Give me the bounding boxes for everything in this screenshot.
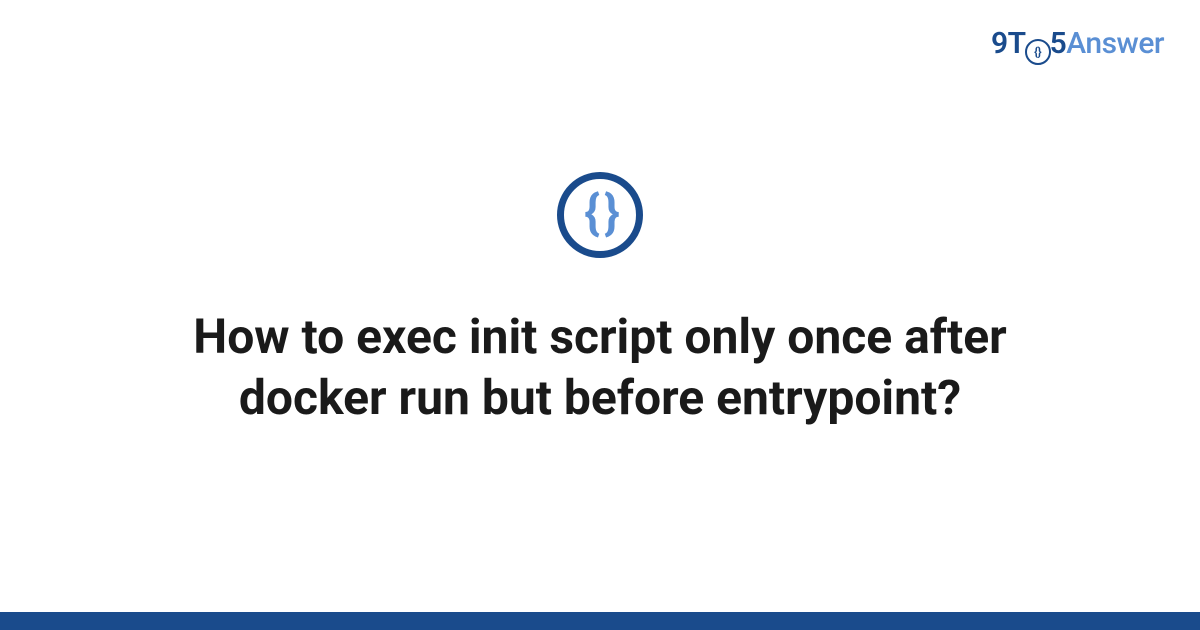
topic-icon-circle: { } [557, 172, 643, 258]
main-content: { } How to exec init script only once af… [0, 0, 1200, 630]
footer-bar [0, 612, 1200, 630]
code-braces-icon: { } [584, 189, 616, 237]
question-title: How to exec init script only once after … [150, 306, 1050, 429]
